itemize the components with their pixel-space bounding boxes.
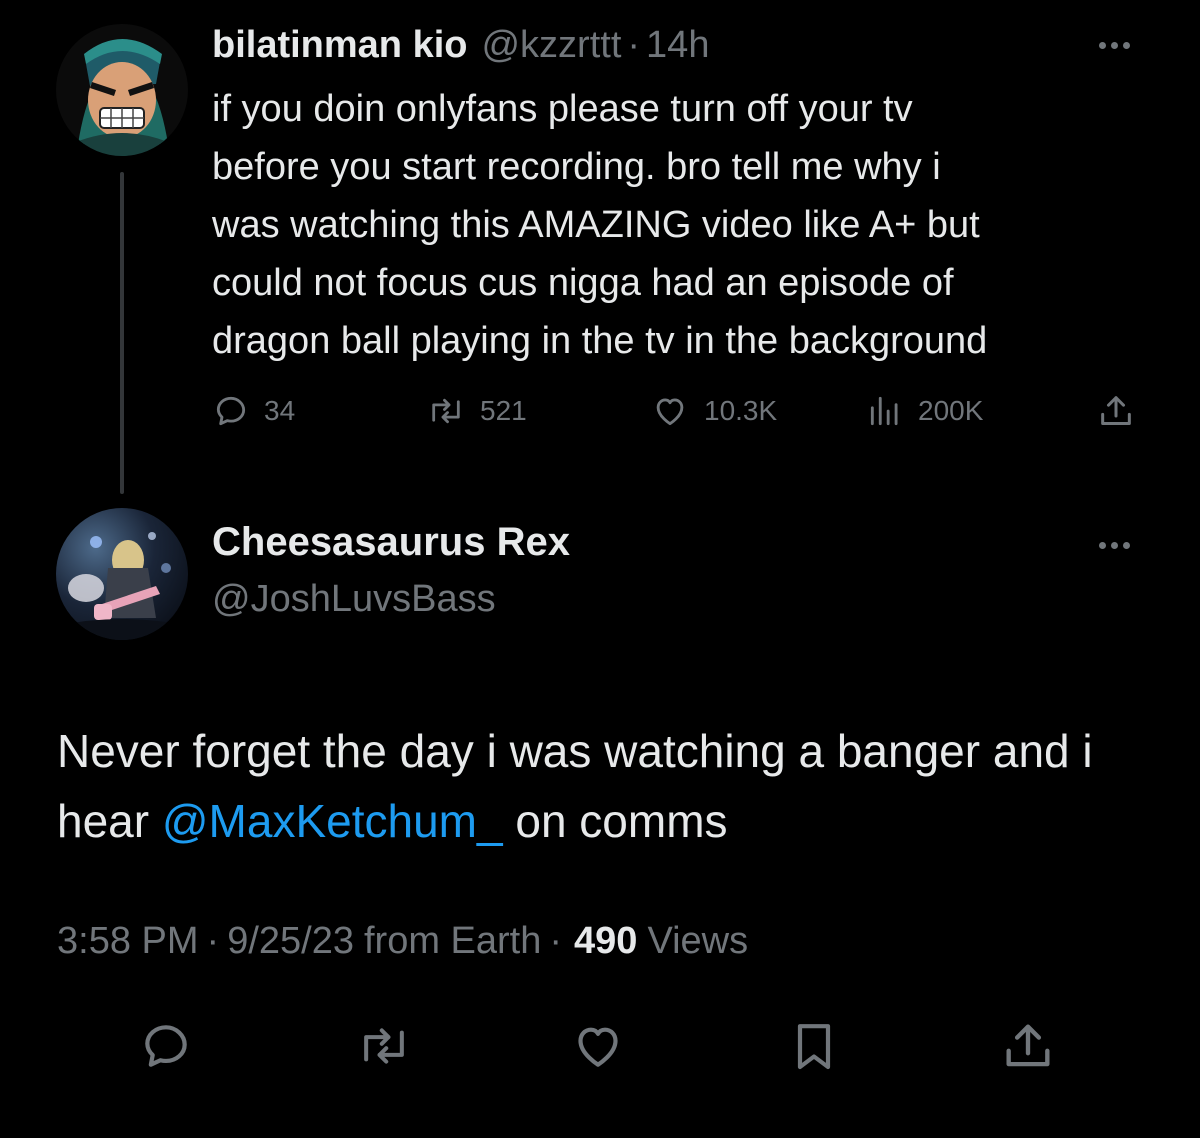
mention-link[interactable]: @MaxKetchum_ xyxy=(162,795,503,847)
reply-source: from Earth xyxy=(363,920,542,962)
parent-repost-count: 521 xyxy=(480,395,527,426)
reply-tweet-text: Never forget the day i was watching a ba… xyxy=(57,716,1157,856)
reply-action-bar xyxy=(0,1016,1200,1076)
parent-tweet-text: if you doin onlyfans please turn off you… xyxy=(212,88,988,362)
meta-separator: · xyxy=(549,920,563,962)
reply-text-part: on comms xyxy=(502,795,728,847)
views-icon xyxy=(870,396,898,426)
reply-time[interactable]: 3:58 PM xyxy=(57,920,199,963)
reply-views-count[interactable]: 490 xyxy=(574,920,637,963)
like-icon xyxy=(656,398,684,426)
parent-avatar[interactable] xyxy=(56,24,188,156)
bookmark-icon xyxy=(797,1024,831,1070)
parent-avatar-image xyxy=(56,24,188,156)
repost-icon xyxy=(364,1028,404,1064)
parent-like-count: 10.3K xyxy=(704,395,778,426)
parent-tweet-header: bilatinman kio @kzzrttt · 14h xyxy=(212,24,709,74)
parent-views-button[interactable]: 200K xyxy=(866,386,983,436)
like-icon xyxy=(578,1027,618,1067)
reply-metadata: 3:58 PM · 9/25/23 from Earth · 490 Views xyxy=(57,920,748,963)
parent-like-button[interactable]: 10.3K xyxy=(650,386,777,436)
parent-share-button[interactable] xyxy=(1096,386,1136,436)
parent-reply-count: 34 xyxy=(264,395,296,426)
reply-date[interactable]: 9/25/23 xyxy=(227,920,354,963)
parent-timestamp[interactable]: 14h xyxy=(646,24,709,67)
parent-repost-button[interactable]: 521 xyxy=(426,386,527,436)
meta-separator: · xyxy=(206,920,220,962)
thread-connector-line xyxy=(120,172,124,494)
reply-icon xyxy=(216,396,246,426)
parent-action-bar: 34 521 10.3K 200K xyxy=(212,386,1152,436)
share-icon xyxy=(1006,1024,1050,1067)
parent-reply-button[interactable]: 34 xyxy=(212,386,295,436)
reply-avatar-image xyxy=(56,532,188,640)
reply-repost-button[interactable] xyxy=(354,1016,414,1076)
parent-views-count: 200K xyxy=(918,395,984,426)
reply-icon xyxy=(145,1025,187,1067)
repost-icon xyxy=(432,398,460,424)
reply-views-label[interactable]: Views xyxy=(647,920,748,963)
reply-like-button[interactable] xyxy=(568,1016,628,1076)
reply-more-options-icon[interactable] xyxy=(1099,542,1130,549)
parent-display-name[interactable]: bilatinman kio xyxy=(212,24,467,67)
parent-header-separator: · xyxy=(627,24,641,66)
reply-avatar[interactable] xyxy=(56,508,188,640)
reply-reply-button[interactable] xyxy=(136,1016,196,1076)
share-icon xyxy=(1101,396,1131,425)
parent-handle[interactable]: @kzzrttt xyxy=(481,24,621,67)
reply-display-name[interactable]: Cheesasaurus Rex xyxy=(212,520,570,565)
reply-bookmark-button[interactable] xyxy=(784,1016,844,1076)
reply-share-button[interactable] xyxy=(998,1016,1058,1076)
reply-handle[interactable]: @JoshLuvsBass xyxy=(212,578,496,621)
parent-more-options-icon[interactable] xyxy=(1099,42,1130,49)
